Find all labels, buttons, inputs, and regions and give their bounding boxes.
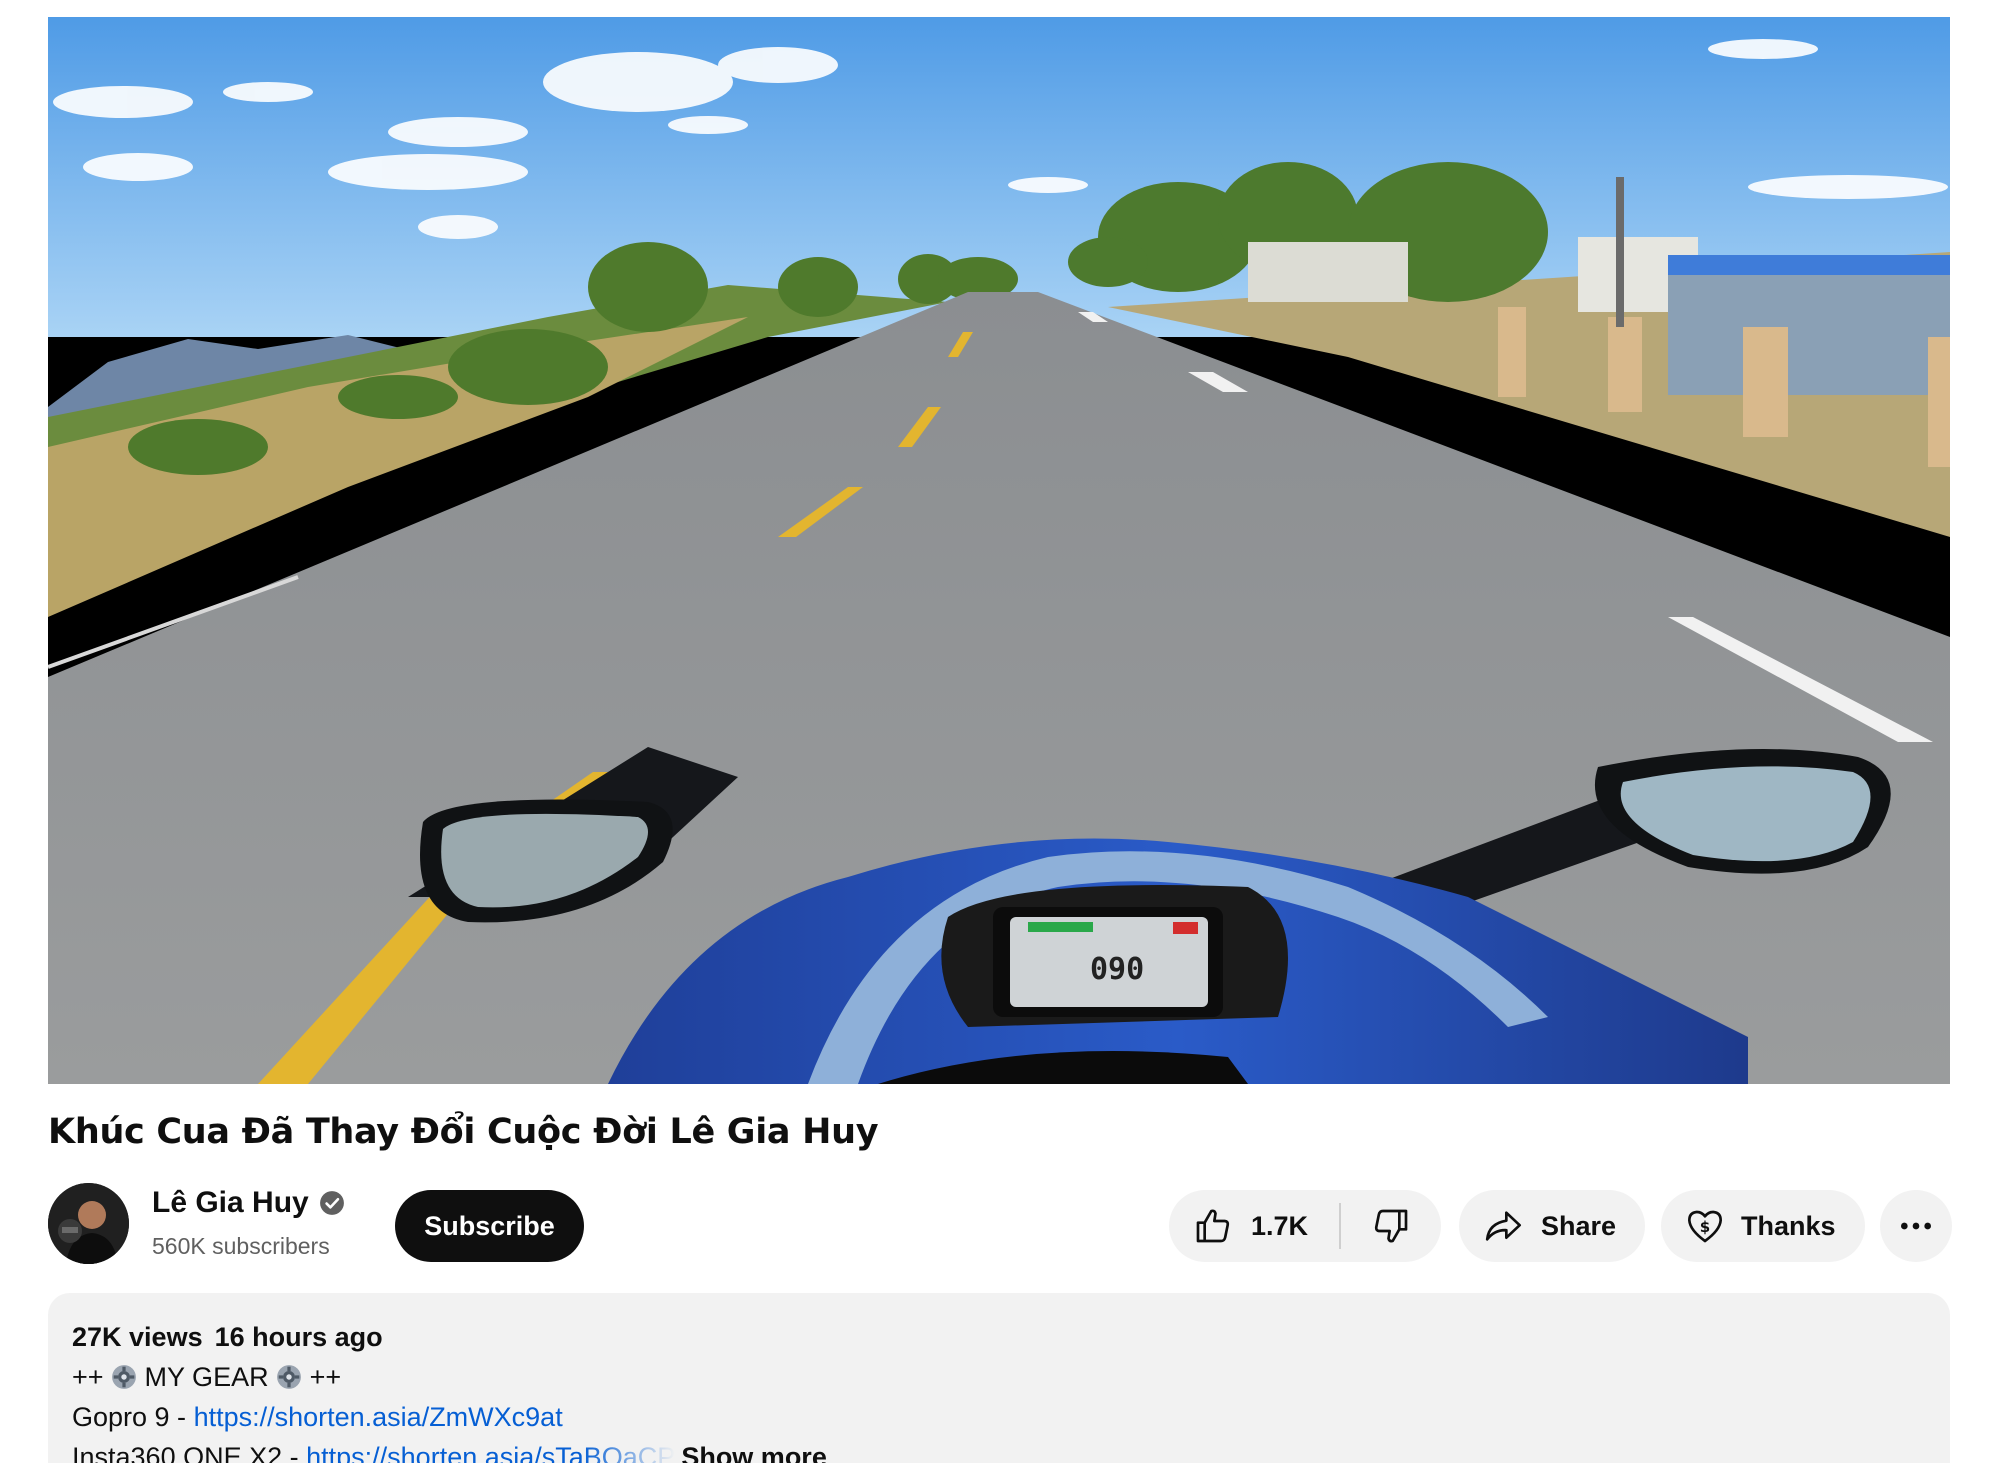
like-dislike-group: 1.7K bbox=[1169, 1190, 1441, 1262]
subscriber-count: 560K subscribers bbox=[152, 1233, 330, 1259]
more-horizontal-icon bbox=[1901, 1222, 1931, 1230]
gopro-link[interactable]: https://shorten.asia/ZmWXc9at bbox=[194, 1402, 563, 1432]
insta360-label: Insta360 ONE X2 - bbox=[72, 1442, 307, 1463]
gear-icon bbox=[112, 1365, 136, 1389]
view-count: 27K views bbox=[72, 1322, 203, 1352]
share-label: Share bbox=[1541, 1210, 1617, 1241]
video-frame: 090 bbox=[48, 17, 1950, 1084]
gear-line-prefix: ++ bbox=[72, 1362, 112, 1392]
gear-line-suffix: ++ bbox=[302, 1362, 342, 1392]
video-player[interactable]: 090 bbox=[48, 17, 1950, 1084]
insta360-link[interactable]: https://shorten.asia/sTaBQaCP bbox=[306, 1442, 675, 1463]
thumbs-down-icon bbox=[1374, 1209, 1408, 1243]
avatar-image bbox=[48, 1183, 129, 1264]
watch-page: 090 Khúc Cua Đã Thay Đổi Cuộc Đời Lê Gia… bbox=[0, 0, 1996, 1463]
channel-name[interactable]: Lê Gia Huy bbox=[152, 1186, 309, 1220]
thumbs-up-icon bbox=[1196, 1209, 1230, 1243]
heart-dollar-icon: $ bbox=[1688, 1210, 1722, 1243]
like-button[interactable]: 1.7K bbox=[1169, 1190, 1339, 1262]
gear-line-text: MY GEAR bbox=[137, 1362, 277, 1392]
channel-name-row[interactable]: Lê Gia Huy bbox=[152, 1186, 345, 1220]
like-count: 1.7K bbox=[1251, 1210, 1309, 1241]
svg-text:$: $ bbox=[1700, 1218, 1710, 1236]
speedometer-readout: 090 bbox=[1090, 952, 1144, 987]
thanks-button[interactable]: $ Thanks bbox=[1661, 1190, 1865, 1262]
show-more-button[interactable]: Show more bbox=[681, 1442, 827, 1463]
thanks-label: Thanks bbox=[1741, 1210, 1836, 1241]
more-actions-button[interactable] bbox=[1880, 1190, 1952, 1262]
share-icon bbox=[1485, 1211, 1521, 1241]
gopro-label: Gopro 9 - bbox=[72, 1402, 194, 1432]
description-line-insta360: Insta360 ONE X2 - https://shorten.asia/s… bbox=[72, 1437, 1926, 1463]
dislike-button[interactable] bbox=[1341, 1190, 1441, 1262]
video-title: Khúc Cua Đã Thay Đổi Cuộc Đời Lê Gia Huy bbox=[48, 1112, 879, 1152]
upload-age: 16 hours ago bbox=[214, 1322, 383, 1352]
channel-avatar[interactable] bbox=[48, 1183, 129, 1264]
subscribe-button[interactable]: Subscribe bbox=[395, 1190, 584, 1262]
share-button[interactable]: Share bbox=[1459, 1190, 1645, 1262]
video-meta: 27K views 16 hours ago bbox=[72, 1317, 1926, 1357]
description-box[interactable]: 27K views 16 hours ago ++ MY GEAR ++ Gop… bbox=[48, 1293, 1950, 1463]
verified-badge-icon bbox=[319, 1191, 344, 1215]
description-line-gopro: Gopro 9 - https://shorten.asia/ZmWXc9at bbox=[72, 1397, 1926, 1437]
gear-icon bbox=[277, 1365, 302, 1389]
description-line-gear: ++ MY GEAR ++ bbox=[72, 1357, 1926, 1397]
